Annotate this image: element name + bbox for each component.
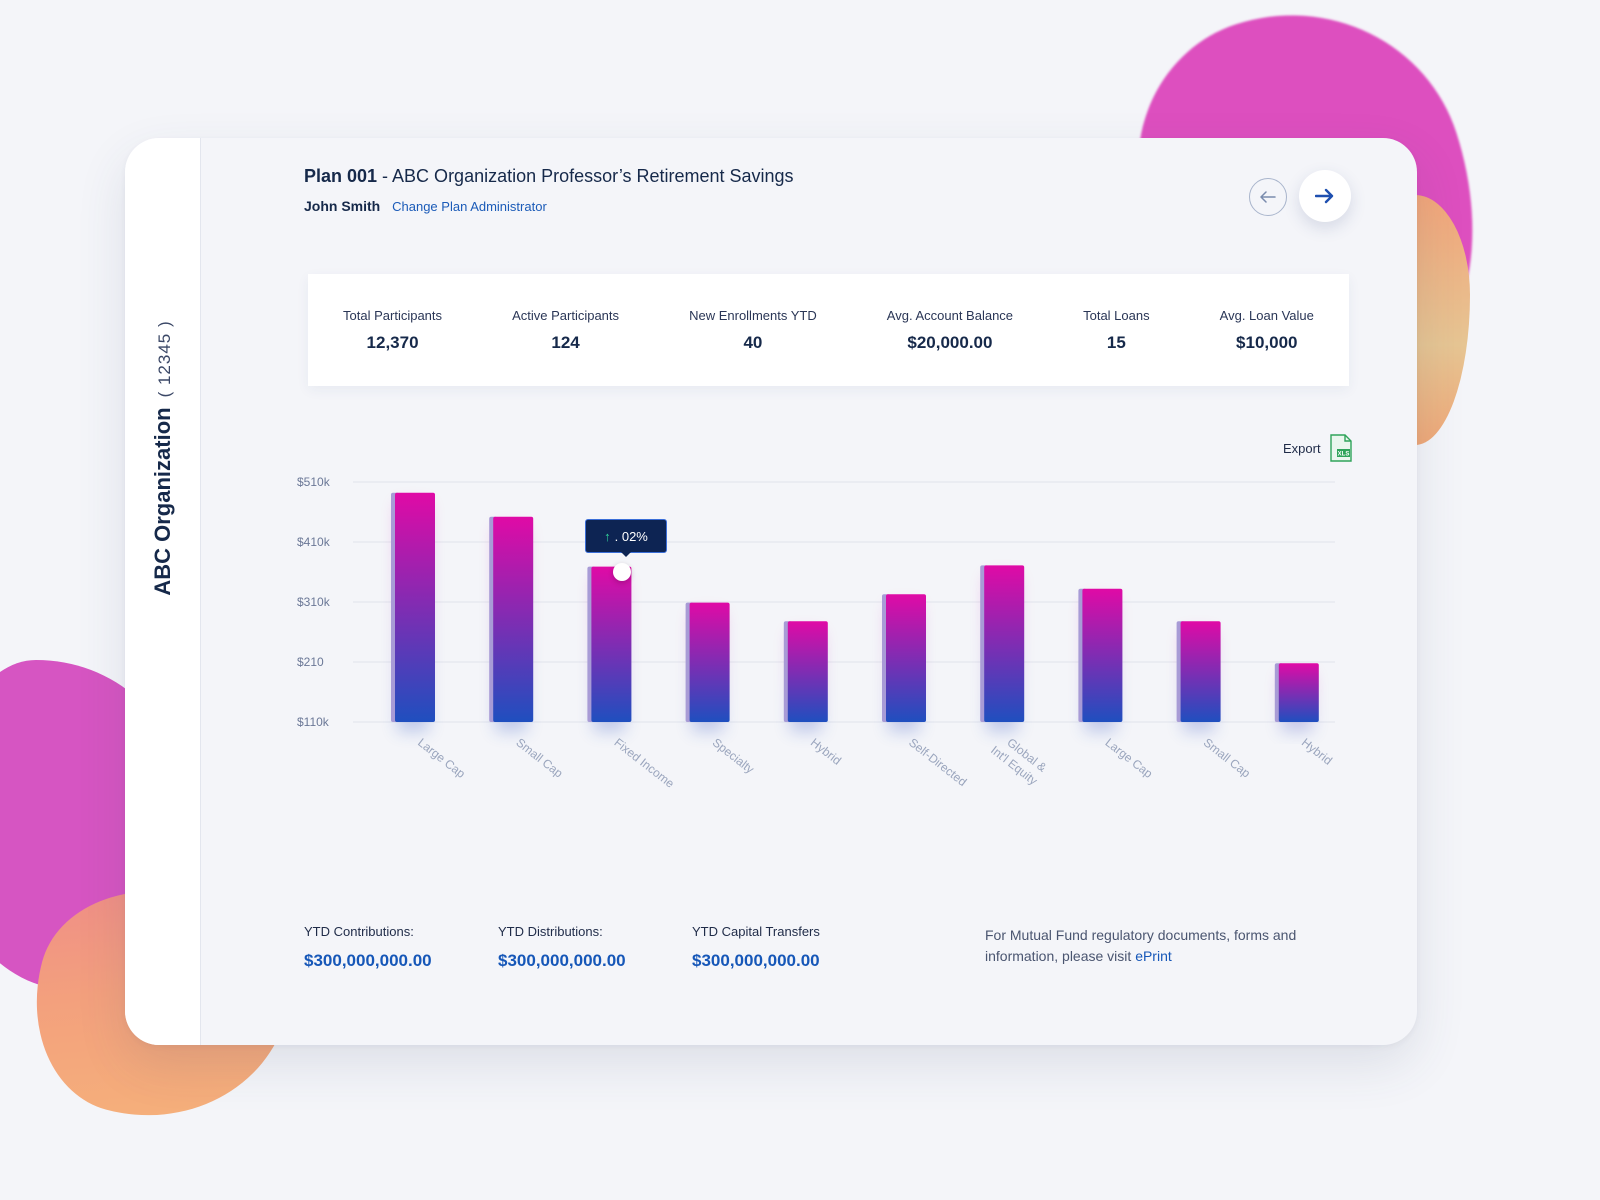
- y-tick-label: $310k: [297, 595, 331, 609]
- total-value: $300,000,000.00: [304, 951, 432, 970]
- chart-bar[interactable]: [1180, 621, 1221, 722]
- chart-bar[interactable]: [395, 492, 435, 722]
- organization-name: ABC Organization: [150, 407, 175, 596]
- x-category-label: Large Cap: [1103, 735, 1156, 781]
- y-tick-label: $210: [297, 655, 324, 669]
- eprint-link[interactable]: ePrint: [1135, 948, 1172, 964]
- x-category-label: Small Cap: [513, 735, 565, 780]
- total-label: YTD Distributions:: [498, 924, 603, 939]
- x-category-label: Hybrid: [808, 735, 844, 767]
- organization-label: ABC Organization ( 12345 ): [150, 320, 176, 595]
- total-label: YTD Capital Transfers: [692, 924, 820, 939]
- x-category-label: Hybrid: [1299, 735, 1335, 767]
- y-tick-label: $510k: [297, 475, 331, 489]
- stat-value: 40: [743, 332, 763, 352]
- chart-bar[interactable]: [787, 621, 828, 722]
- stat-value: $10,000: [1236, 332, 1298, 352]
- ytd-distributions: YTD Distributions: $300,000,000.00: [498, 924, 692, 971]
- stat-total-participants: Total Participants 12,370: [343, 308, 442, 353]
- total-label: YTD Contributions:: [304, 924, 414, 939]
- chart-glow: [397, 502, 1313, 732]
- stat-value: $20,000.00: [907, 332, 993, 352]
- next-plan-button[interactable]: [1299, 170, 1351, 222]
- arrow-up-icon: ↑: [604, 528, 611, 544]
- dashboard-card: ABC Organization ( 12345 ) Plan 001 - ABC…: [125, 138, 1417, 1045]
- stat-label: Active Participants: [512, 307, 620, 323]
- tooltip-pointer: [620, 551, 632, 557]
- x-category-label: Global &Int'l Equity: [988, 730, 1050, 787]
- chart-bar[interactable]: [886, 594, 926, 722]
- plan-administrator-row: John Smith Change Plan Administrator: [304, 198, 547, 214]
- sidebar: ABC Organization ( 12345 ): [125, 138, 201, 1045]
- stat-total-loans: Total Loans 15: [1083, 308, 1150, 353]
- stat-label: Avg. Loan Value: [1219, 307, 1314, 323]
- ytd-capital-transfers: YTD Capital Transfers $300,000,000.00: [692, 924, 886, 971]
- fund-balance-chart: $110k $210 $310k $410k $510k Large Cap Small C…: [297, 475, 1335, 791]
- administrator-name: John Smith: [304, 198, 381, 214]
- arrow-right-icon: [1315, 188, 1334, 204]
- y-tick-label: $410k: [297, 535, 331, 549]
- x-category-label: Fixed Income: [612, 735, 678, 791]
- previous-plan-button[interactable]: [1249, 178, 1287, 216]
- x-category-label: Large Cap: [415, 735, 468, 781]
- y-tick-label: $110k: [297, 715, 330, 729]
- organization-id: ( 12345 ): [155, 320, 174, 398]
- chart-bar[interactable]: [1278, 663, 1319, 722]
- stat-avg-loan-value: Avg. Loan Value $10,000: [1220, 308, 1314, 353]
- chart-bar[interactable]: [493, 516, 534, 722]
- stat-label: Total Participants: [343, 307, 443, 323]
- svg-text:XLS: XLS: [1337, 452, 1349, 458]
- total-value: $300,000,000.00: [692, 951, 820, 970]
- plan-id: Plan 001: [304, 166, 378, 186]
- change-administrator-link[interactable]: Change Plan Administrator: [392, 199, 547, 214]
- ytd-contributions: YTD Contributions: $300,000,000.00: [304, 924, 498, 971]
- export-label: Export: [1283, 440, 1321, 456]
- stat-label: New Enrollments YTD: [689, 307, 817, 323]
- ytd-totals: YTD Contributions: $300,000,000.00 YTD D…: [304, 924, 886, 971]
- stats-panel: Total Participants 12,370 Active Partici…: [308, 274, 1349, 386]
- x-category-label: Small Cap: [1201, 735, 1253, 780]
- chart-bar[interactable]: [984, 565, 1025, 722]
- plan-title: Plan 001 - ABC Organization Professor’s …: [304, 166, 794, 187]
- stat-value: 12,370: [366, 332, 419, 352]
- stat-label: Total Loans: [1083, 307, 1150, 323]
- chart-bars: [391, 492, 1319, 722]
- x-category-label: Self-Directed: [906, 735, 969, 789]
- arrow-left-icon: [1260, 191, 1276, 203]
- plan-name: - ABC Organization Professor’s Retiremen…: [377, 166, 794, 186]
- stat-new-enrollments: New Enrollments YTD 40: [689, 308, 817, 353]
- x-category-label: Specialty: [710, 735, 757, 776]
- stat-active-participants: Active Participants 124: [512, 308, 619, 353]
- export-button[interactable]: Export XLS: [1283, 434, 1353, 462]
- change-tooltip: ↑ . 02%: [585, 519, 667, 553]
- chart-bar[interactable]: [1082, 588, 1123, 722]
- stat-avg-account-balance: Avg. Account Balance $20,000.00: [887, 308, 1013, 353]
- stat-value: 124: [551, 332, 580, 352]
- tooltip-text: . 02%: [614, 528, 648, 544]
- stat-label: Avg. Account Balance: [886, 307, 1014, 323]
- tooltip-anchor-dot[interactable]: [613, 563, 631, 581]
- chart-bar[interactable]: [689, 602, 730, 722]
- regulatory-notice: For Mutual Fund regulatory documents, fo…: [985, 925, 1335, 967]
- chart-bar[interactable]: [591, 566, 632, 722]
- total-value: $300,000,000.00: [498, 951, 626, 970]
- xls-file-icon: XLS: [1329, 434, 1352, 462]
- stat-value: 15: [1106, 332, 1126, 352]
